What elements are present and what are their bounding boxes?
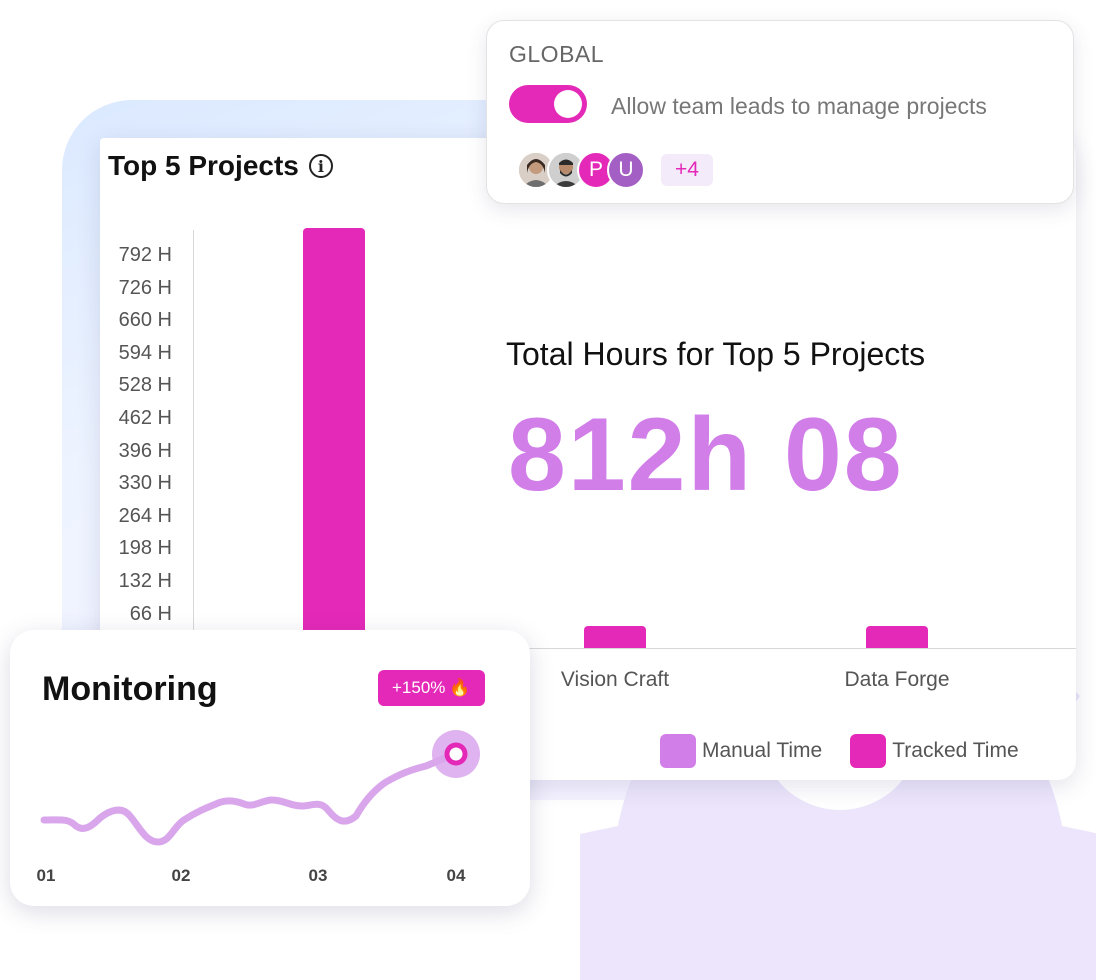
y-tick-label: 528 H: [118, 374, 172, 397]
manage-projects-label: Allow team leads to manage projects: [611, 93, 987, 119]
avatar-group: P U +4: [517, 151, 713, 189]
legend-swatch-tracked: [850, 734, 887, 768]
monitoring-xtick: 04: [446, 866, 466, 885]
monitoring-card: Monitoring +150% 🔥 01 02 03 04: [10, 630, 530, 906]
avatar-initial-u[interactable]: U: [607, 151, 645, 189]
chart-title-row: Top 5 Projects i: [108, 150, 333, 182]
monitoring-marker: [444, 742, 468, 766]
y-tick-label: 66 H: [129, 602, 172, 625]
monitoring-xtick: 03: [308, 866, 328, 885]
chart-legend: Manual Time Tracked Time: [660, 734, 1047, 768]
more-avatars-badge[interactable]: +4: [661, 154, 713, 186]
manage-projects-toggle[interactable]: [509, 85, 587, 123]
monitoring-title: Monitoring: [42, 670, 218, 708]
avatar-initial: U: [618, 158, 634, 181]
info-icon[interactable]: i: [308, 154, 333, 178]
monitoring-xtick: 02: [171, 866, 191, 885]
total-hours-label: Total Hours for Top 5 Projects: [506, 336, 926, 372]
bar-tracked[interactable]: [584, 626, 646, 648]
x-tick-label: Data Forge: [844, 668, 950, 691]
global-title: GLOBAL: [509, 41, 605, 67]
y-axis-line: [193, 230, 194, 650]
y-tick-label: 132 H: [118, 570, 172, 592]
total-hours-value: 812h 08: [508, 397, 904, 513]
global-settings-card: GLOBAL Allow team leads to manage projec…: [486, 20, 1074, 204]
y-tick-label: 396 H: [118, 439, 172, 462]
bar-tracked[interactable]: [303, 228, 365, 648]
y-tick-label: 330 H: [118, 472, 172, 495]
x-axis-line: [520, 648, 1076, 649]
y-tick-label: 264 H: [118, 504, 172, 527]
y-tick-label: 594 H: [118, 341, 172, 364]
y-tick-label: 792 H: [118, 244, 172, 266]
legend-item-manual: Manual Time: [660, 734, 822, 768]
monitoring-trend-line: [40, 750, 460, 846]
y-tick-label: 660 H: [118, 309, 172, 332]
legend-label-tracked: Tracked Time: [892, 739, 1019, 762]
growth-badge-value: +150%: [392, 678, 446, 697]
x-tick-label: Vision Craft: [560, 668, 670, 691]
avatar-initial: P: [588, 158, 603, 181]
toggle-knob: [554, 90, 582, 118]
y-tick-label: 462 H: [118, 407, 172, 429]
chart-title: Top 5 Projects: [108, 150, 299, 181]
legend-item-tracked: Tracked Time: [850, 734, 1019, 768]
monitoring-xtick: 01: [36, 866, 56, 885]
fire-icon: 🔥: [449, 678, 471, 697]
y-tick-label: 198 H: [118, 537, 172, 560]
bar-tracked[interactable]: [866, 626, 928, 648]
legend-swatch-manual: [660, 734, 696, 768]
growth-badge: +150% 🔥: [378, 670, 485, 706]
y-tick-label: 726 H: [118, 276, 172, 299]
legend-label-manual: Manual Time: [702, 739, 823, 762]
